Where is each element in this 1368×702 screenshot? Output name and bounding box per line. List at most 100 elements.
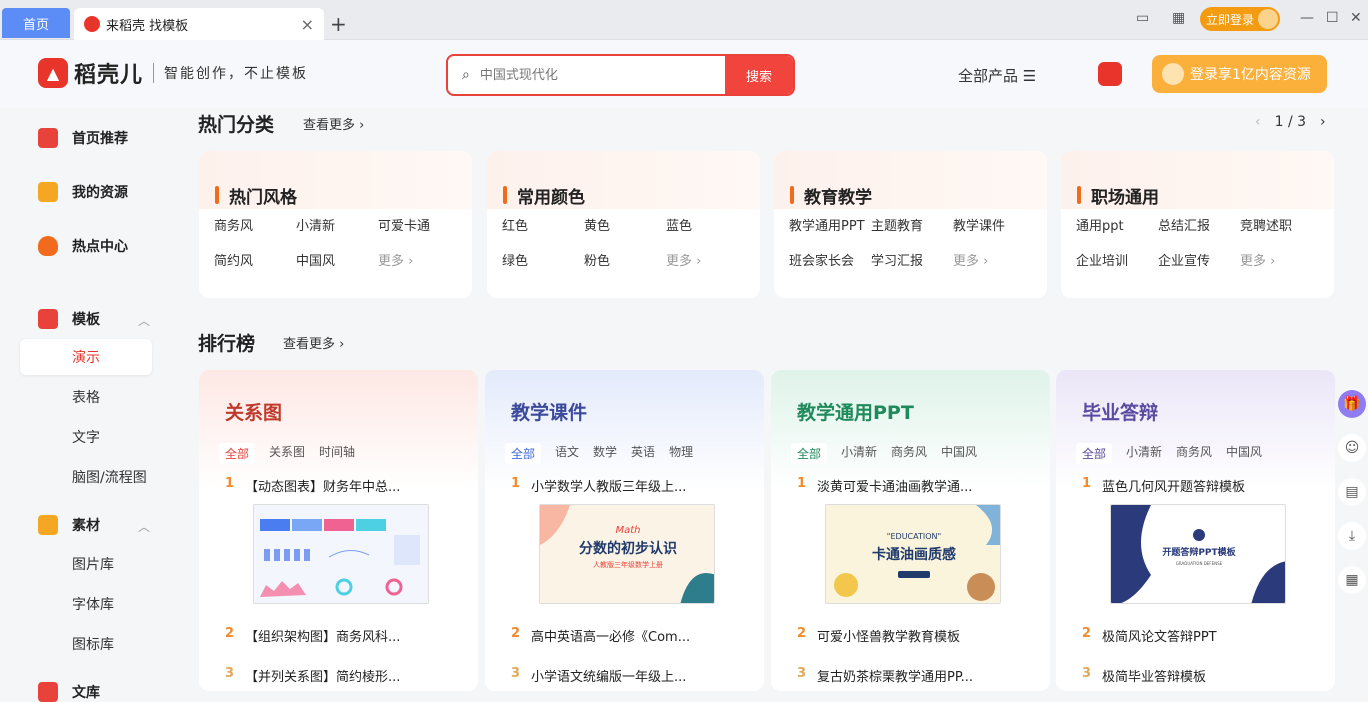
docer-small-logo-icon[interactable] — [1098, 62, 1122, 86]
ranking-item[interactable]: 3 小学语文统编版一年级上... — [511, 666, 686, 685]
ranking-item[interactable]: 1 淡黄可爱卡通油画教学通... — [797, 476, 972, 495]
sidebar-sub-images[interactable]: 图片库 — [20, 546, 152, 582]
sidebar-sub-fonts[interactable]: 字体库 — [20, 586, 152, 622]
category-more-link[interactable]: 更多 › — [1240, 250, 1322, 269]
category-link[interactable]: 绿色 — [502, 250, 584, 269]
category-more-link[interactable]: 更多 › — [953, 250, 1035, 269]
template-thumbnail[interactable] — [253, 504, 429, 604]
close-tab-icon[interactable]: × — [301, 15, 314, 34]
sidebar-sub-document[interactable]: 文字 — [20, 419, 152, 455]
ranking-tab[interactable]: 中国风 — [1226, 443, 1262, 464]
category-link[interactable]: 班会家长会 — [789, 250, 871, 269]
ranking-item[interactable]: 2 【组织架构图】商务风科... — [225, 626, 400, 645]
ranking-tab[interactable]: 中国风 — [941, 443, 977, 464]
ranking-tab[interactable]: 关系图 — [269, 443, 305, 464]
search-button[interactable]: 搜索 — [725, 56, 793, 94]
sidebar-sub-icons[interactable]: 图标库 — [20, 626, 152, 662]
gift-icon[interactable]: 🎁 — [1338, 390, 1366, 418]
category-link[interactable]: 企业宣传 — [1158, 250, 1240, 269]
search-icon: ⌕ — [462, 67, 470, 83]
grid-apps-icon[interactable]: ▦ — [1172, 10, 1185, 26]
category-link[interactable]: 主题教育 — [871, 215, 953, 234]
sidebar-item-library[interactable]: 文库 — [38, 682, 100, 702]
ranking-item[interactable]: 3 复古奶茶棕栗教学通用PP... — [797, 666, 973, 685]
new-tab-button[interactable]: + — [330, 12, 347, 36]
ranking-tab[interactable]: 数学 — [593, 443, 617, 464]
ranking-item[interactable]: 1 【动态图表】财务年中总... — [225, 476, 400, 495]
ranking-tab[interactable]: 商务风 — [1176, 443, 1212, 464]
sidebar-item-templates[interactable]: 模板 — [38, 309, 100, 329]
search-input[interactable] — [479, 67, 725, 83]
tab-home[interactable]: 首页 — [2, 8, 70, 38]
template-thumbnail[interactable]: "EDUCATION" 卡通油画质感 — [825, 504, 1001, 604]
sidebar-item-resources[interactable]: 我的资源 — [38, 182, 128, 202]
prev-page-icon[interactable]: ‹ — [1255, 114, 1261, 130]
category-link[interactable]: 竞聘述职 — [1240, 215, 1322, 234]
hot-categories-more-link[interactable]: 查看更多 › — [303, 114, 364, 133]
sidebar-item-materials[interactable]: 素材 — [38, 515, 100, 535]
category-link[interactable]: 企业培训 — [1076, 250, 1158, 269]
ranking-item[interactable]: 2 极简风论文答辩PPT — [1082, 626, 1217, 645]
sidebar-sub-presentation[interactable]: 演示 — [20, 339, 152, 375]
user-icon[interactable]: ☺ — [1338, 434, 1366, 462]
ranking-item[interactable]: 3 【并列关系图】简约棱形... — [225, 666, 400, 685]
qrcode-icon[interactable]: ▦ — [1338, 566, 1366, 594]
sidebar-item-home[interactable]: 首页推荐 — [38, 128, 128, 148]
ranking-tab[interactable]: 全部 — [791, 443, 828, 464]
category-link[interactable]: 总结汇报 — [1158, 215, 1240, 234]
category-link[interactable]: 教学通用PPT — [789, 215, 871, 234]
category-link[interactable]: 教学课件 — [953, 215, 1035, 234]
ranking-item[interactable]: 1 小学数学人教版三年级上... — [511, 476, 686, 495]
category-link[interactable]: 通用ppt — [1076, 215, 1158, 234]
ranking-tab[interactable]: 全部 — [505, 443, 542, 464]
ranking-tab[interactable]: 时间轴 — [319, 443, 355, 464]
thumb-math-tag: Math — [615, 525, 640, 536]
feedback-icon[interactable]: ▤ — [1338, 478, 1366, 506]
ranking-tab[interactable]: 全部 — [1076, 443, 1113, 464]
category-more-link[interactable]: 更多 › — [666, 250, 748, 269]
accent-bar — [1077, 186, 1081, 204]
tab-docer[interactable]: 来稻壳 找模板 × — [74, 8, 324, 40]
download-icon[interactable]: ⤓ — [1338, 522, 1366, 550]
ranking-tab[interactable]: 物理 — [669, 443, 693, 464]
ranking-tab[interactable]: 小清新 — [841, 443, 877, 464]
category-link[interactable]: 商务风 — [214, 215, 296, 234]
ranking-tab[interactable]: 英语 — [631, 443, 655, 464]
category-more-link[interactable]: 更多 › — [378, 250, 460, 269]
ranking-item[interactable]: 2 可爱小怪兽教学教育模板 — [797, 626, 960, 645]
sidebar-item-hot[interactable]: 热点中心 — [38, 236, 128, 256]
category-link[interactable]: 黄色 — [584, 215, 666, 234]
minimize-icon[interactable]: — — [1300, 10, 1314, 26]
ranking-tab[interactable]: 语文 — [555, 443, 579, 464]
chevron-up-icon[interactable]: ︿ — [138, 312, 150, 329]
template-thumbnail[interactable]: Math 分数的初步认识 人教版三年级数学上册 — [539, 504, 715, 604]
ranking-tab[interactable]: 全部 — [219, 443, 256, 464]
close-window-icon[interactable]: ✕ — [1350, 10, 1362, 26]
login-pill-button[interactable]: 立即登录 — [1200, 7, 1280, 31]
category-link[interactable]: 红色 — [502, 215, 584, 234]
category-link[interactable]: 中国风 — [296, 250, 378, 269]
sidebar-sub-spreadsheet[interactable]: 表格 — [20, 379, 152, 415]
brand[interactable]: ▲ 稻壳儿 智能创作，不止模板 — [38, 57, 308, 89]
next-page-icon[interactable]: › — [1320, 114, 1326, 130]
category-link[interactable]: 学习汇报 — [871, 250, 953, 269]
ranking-item[interactable]: 1 蓝色几何风开题答辩模板 — [1082, 476, 1245, 495]
sidebar-sub-mindmap[interactable]: 脑图/流程图 — [20, 459, 152, 495]
chevron-up-icon[interactable]: ︿ — [138, 518, 150, 535]
all-products-menu[interactable]: 全部产品 ☰ — [958, 65, 1036, 86]
reading-mode-icon[interactable]: ▭ — [1136, 10, 1149, 26]
category-link[interactable]: 粉色 — [584, 250, 666, 269]
category-link[interactable]: 蓝色 — [666, 215, 748, 234]
ranking-tab[interactable]: 商务风 — [891, 443, 927, 464]
category-link[interactable]: 小清新 — [296, 215, 378, 234]
category-link[interactable]: 可爱卡通 — [378, 215, 460, 234]
template-thumbnail[interactable]: 开题答辩PPT模板 GRADUATION DEFENSE — [1110, 504, 1286, 604]
ranking-item[interactable]: 3 极简毕业答辩模板 — [1082, 666, 1206, 685]
login-promo-button[interactable]: 登录享1亿内容资源 — [1152, 55, 1327, 93]
ranking-more-link[interactable]: 查看更多 › — [283, 333, 344, 352]
category-link[interactable]: 简约风 — [214, 250, 296, 269]
rank-number: 1 — [511, 476, 521, 491]
ranking-tab[interactable]: 小清新 — [1126, 443, 1162, 464]
maximize-icon[interactable]: ☐ — [1326, 10, 1339, 26]
ranking-item[interactable]: 2 高中英语高一必修《Com... — [511, 626, 690, 645]
